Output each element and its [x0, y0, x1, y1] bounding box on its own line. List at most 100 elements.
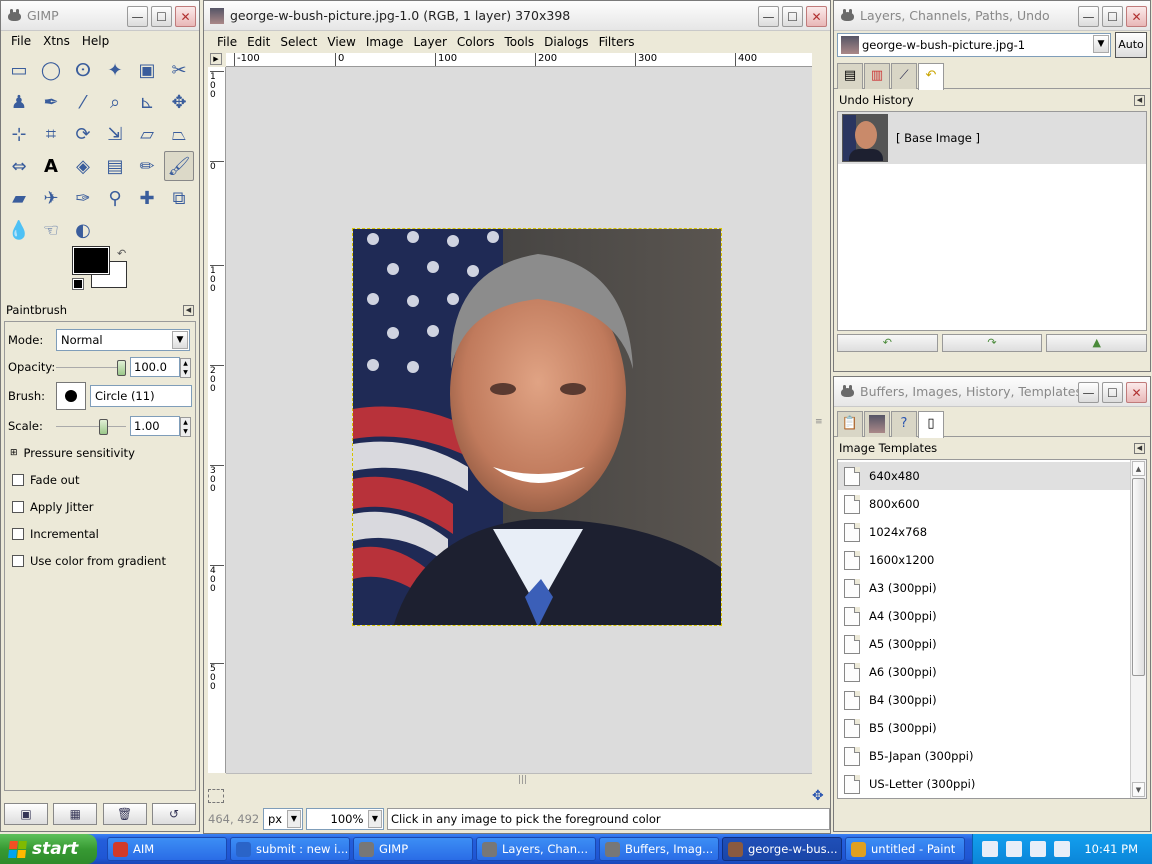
navigate-icon[interactable]: ✥	[812, 789, 828, 805]
ink-icon[interactable]: ✑	[68, 183, 98, 213]
maximize-icon[interactable]: ☐	[1102, 382, 1123, 403]
photo-portrait[interactable]	[352, 228, 722, 626]
image-menu-image[interactable]: Image	[361, 35, 409, 49]
measure-icon[interactable]: ⊾	[132, 87, 162, 117]
menu-arrow-icon[interactable]: ▶	[210, 53, 222, 65]
image-menu-select[interactable]: Select	[275, 35, 322, 49]
opacity-spin[interactable]: 100.0 ▲ ▼	[130, 356, 191, 378]
reset-options-icon[interactable]: ↺	[151, 803, 196, 825]
flip-icon[interactable]: ⇔	[4, 151, 34, 181]
close-icon[interactable]: ✕	[806, 6, 827, 27]
image-menu-dialogs[interactable]: Dialogs	[539, 35, 593, 49]
close-icon[interactable]: ✕	[1126, 382, 1147, 403]
move-icon[interactable]: ✥	[164, 87, 194, 117]
spin-arrows-icon[interactable]: ▲ ▼	[180, 357, 191, 378]
list-item[interactable]: US-Legal (300ppi)	[838, 798, 1146, 799]
scale-slider[interactable]	[56, 418, 126, 435]
tab-templates[interactable]: ▯	[918, 411, 944, 438]
color-select-icon[interactable]: ▣	[132, 55, 162, 85]
spin-arrows-icon[interactable]: ▲ ▼	[180, 416, 191, 437]
taskbar-button[interactable]: GIMP	[353, 837, 473, 861]
image-menu-colors[interactable]: Colors	[452, 35, 500, 49]
list-item[interactable]: 1024x768	[838, 518, 1146, 546]
opacity-slider-thumb[interactable]	[117, 359, 126, 376]
clone-icon[interactable]: ⚲	[100, 183, 130, 213]
list-item[interactable]: A4 (300ppi)	[838, 602, 1146, 630]
rotate-icon[interactable]: ⟳	[68, 119, 98, 149]
close-icon[interactable]: ✕	[1126, 6, 1147, 27]
close-icon[interactable]: ✕	[175, 6, 196, 27]
zoom-icon[interactable]: ⌕	[100, 87, 130, 117]
vertical-ruler[interactable]: 1 0 0 0 1 0 0 2 0 0 3 0 0 4 0 0 5 0 0	[208, 67, 226, 773]
tray-tool-icon[interactable]	[982, 841, 999, 857]
scale-spin[interactable]: 1.00 ▲ ▼	[130, 415, 191, 437]
tray-volume-icon[interactable]	[1054, 841, 1071, 857]
image-menu-view[interactable]: View	[322, 35, 360, 49]
fade-out-checkbox[interactable]: Fade out	[8, 466, 192, 493]
list-item[interactable]: 800x600	[838, 490, 1146, 518]
list-item[interactable]: A5 (300ppi)	[838, 630, 1146, 658]
unit-select[interactable]: px ▼	[263, 808, 303, 830]
undo-item[interactable]: [ Base Image ]	[838, 112, 1146, 164]
taskbar-button[interactable]: submit : new i...	[230, 837, 350, 861]
list-item[interactable]: 640x480	[838, 462, 1146, 490]
perspective-clone-icon[interactable]: ⧉	[164, 183, 194, 213]
scroll-up-icon[interactable]: ▲	[1132, 461, 1145, 476]
list-item[interactable]: A6 (300ppi)	[838, 658, 1146, 686]
paintbrush-icon[interactable]: 🖌	[164, 151, 194, 181]
taskbar-button[interactable]: AIM	[107, 837, 227, 861]
list-item[interactable]: B5 (300ppi)	[838, 714, 1146, 742]
ellipse-select-icon[interactable]: ◯	[36, 55, 66, 85]
gradient-color-checkbox[interactable]: Use color from gradient	[8, 547, 192, 574]
pencil-icon[interactable]: ✏	[132, 151, 162, 181]
auto-button[interactable]: Auto	[1115, 32, 1147, 58]
buffers-dock-titlebar[interactable]: Buffers, Images, History, Templates — ☐ …	[834, 377, 1150, 407]
text-icon[interactable]: A	[36, 151, 66, 181]
minimize-icon[interactable]: —	[127, 6, 148, 27]
clear-history-button[interactable]: ▲	[1046, 334, 1148, 352]
airbrush-icon[interactable]: ✈	[36, 183, 66, 213]
taskbar-button[interactable]: george-w-bus...	[722, 837, 842, 861]
start-button[interactable]: start	[0, 834, 97, 864]
horizontal-scrollbar[interactable]: |||	[226, 773, 812, 789]
tab-layers[interactable]: ▤	[837, 63, 863, 89]
free-select-icon[interactable]: ⵙ	[68, 55, 98, 85]
templates-scrollbar[interactable]: ▲ ▼	[1130, 460, 1146, 798]
image-menu-tools[interactable]: Tools	[500, 35, 540, 49]
eraser-icon[interactable]: ▰	[4, 183, 34, 213]
pressure-expander[interactable]: ⊞ Pressure sensitivity	[8, 439, 192, 466]
foreground-color[interactable]	[72, 246, 110, 275]
scale-slider-thumb[interactable]	[99, 418, 108, 435]
toolbox-titlebar[interactable]: GIMP — ☐ ✕	[1, 1, 199, 31]
heal-icon[interactable]: ✚	[132, 183, 162, 213]
minimize-icon[interactable]: —	[1078, 382, 1099, 403]
vertical-scrollbar[interactable]: ≡	[812, 67, 827, 773]
layers-dock-titlebar[interactable]: Layers, Channels, Paths, Undo — ☐ ✕	[834, 1, 1150, 31]
scroll-down-icon[interactable]: ▼	[1132, 782, 1145, 797]
image-titlebar[interactable]: george-w-bush-picture.jpg-1.0 (RGB, 1 la…	[204, 1, 830, 31]
brush-preview[interactable]	[56, 382, 86, 410]
minimize-icon[interactable]: —	[1078, 6, 1099, 27]
restore-options-icon[interactable]: ▦	[53, 803, 98, 825]
tab-channels[interactable]: ▥	[864, 63, 890, 89]
taskbar-button[interactable]: Layers, Chan...	[476, 837, 596, 861]
rect-select-icon[interactable]: ▭	[4, 55, 34, 85]
tray-help-icon[interactable]	[1030, 841, 1047, 857]
swap-colors-icon[interactable]: ↶	[117, 247, 126, 260]
menu-help[interactable]: Help	[76, 34, 115, 48]
dodge-burn-icon[interactable]: ◐	[68, 215, 98, 245]
quick-mask-icon[interactable]	[208, 789, 224, 803]
mode-select[interactable]: Normal ▼	[56, 328, 190, 351]
brush-name-field[interactable]: Circle (11)	[90, 385, 192, 407]
scissors-icon[interactable]: ✂	[164, 55, 194, 85]
image-menu-filters[interactable]: Filters	[594, 35, 640, 49]
incremental-checkbox[interactable]: Incremental	[8, 520, 192, 547]
bucket-fill-icon[interactable]: ◈	[68, 151, 98, 181]
image-canvas[interactable]	[226, 67, 812, 773]
tab-images[interactable]	[864, 411, 890, 437]
opacity-slider[interactable]	[56, 359, 126, 376]
blend-icon[interactable]: ▤	[100, 151, 130, 181]
shear-icon[interactable]: ▱	[132, 119, 162, 149]
panel-menu-icon[interactable]: ◀	[1134, 442, 1145, 454]
tab-paths[interactable]: ⟋	[891, 63, 917, 89]
